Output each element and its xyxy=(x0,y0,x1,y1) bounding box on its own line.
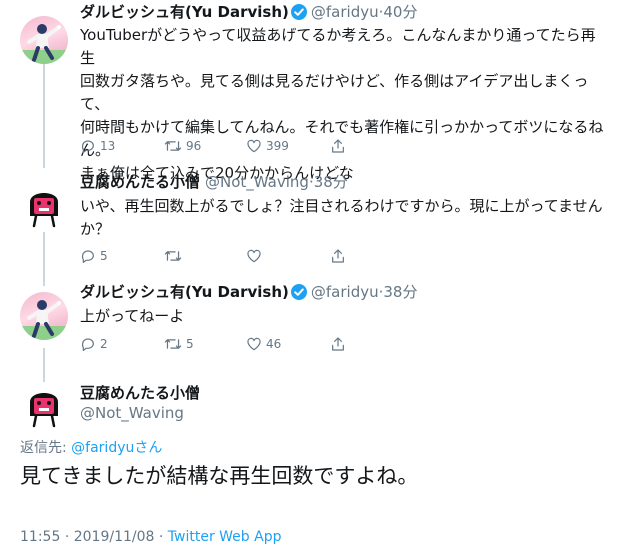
tweet-actions: 2 5 46 xyxy=(80,334,380,354)
handle[interactable]: @faridyu xyxy=(311,283,379,301)
verified-badge-icon xyxy=(290,4,307,20)
share-icon xyxy=(332,249,344,263)
reply-count: 5 xyxy=(100,249,108,263)
avatar[interactable] xyxy=(20,182,68,230)
retweet-icon xyxy=(164,251,182,261)
retweet-button[interactable]: 5 xyxy=(164,334,194,354)
display-name[interactable]: ダルビッシュ有(Yu Darvish) xyxy=(80,3,289,21)
tweet-actions: 13 96 399 xyxy=(80,136,380,156)
reply-icon xyxy=(81,338,94,351)
tweet-header: 豆腐めんたる小僧 @Not_Waving·38分 xyxy=(80,172,348,192)
reply-icon xyxy=(81,140,94,153)
client-link[interactable]: Twitter Web App xyxy=(168,529,282,545)
display-name[interactable]: ダルビッシュ有(Yu Darvish) xyxy=(80,283,289,301)
tweet-text: YouTuberがどうやって収益あげてるか考えろ。こんなんまかり通ってたら再生 … xyxy=(80,24,610,185)
pink-monster-avatar-image xyxy=(30,393,58,428)
retweet-count: 96 xyxy=(186,139,202,153)
reply-to-label: 返信先: xyxy=(20,440,72,456)
display-name[interactable]: 豆腐めんたる小僧 xyxy=(80,383,200,403)
reply-button[interactable]: 13 xyxy=(80,136,115,156)
reply-to-suffix: さん xyxy=(134,440,163,456)
share-icon xyxy=(332,139,344,153)
handle[interactable]: @Not_Waving xyxy=(80,403,184,423)
retweet-count: 5 xyxy=(186,337,194,351)
like-button[interactable]: 46 xyxy=(246,334,281,354)
like-button[interactable] xyxy=(246,246,266,266)
tweet-text-line: 回数ガタ落ちや。見てる側は見るだけやけど、作る側はアイデア出しまくって、 xyxy=(80,72,589,113)
tweet-text-line: か？ xyxy=(80,220,111,238)
reply-to-line: 返信先: @faridyuさん xyxy=(20,438,162,458)
tweet-meta-footer: 11:55 · 2019/11/08 · Twitter Web App xyxy=(20,527,281,547)
focused-tweet-text: 見てきましたが結構な再生回数ですよね。 xyxy=(20,464,419,488)
handle[interactable]: @Not_Waving xyxy=(205,173,309,191)
like-icon xyxy=(247,337,261,351)
retweet-icon xyxy=(164,141,182,151)
like-button[interactable]: 399 xyxy=(246,136,289,156)
baseball-pitcher-avatar-image xyxy=(20,300,68,340)
avatar[interactable] xyxy=(20,382,68,430)
like-icon xyxy=(247,249,261,263)
tweet-text-line: いや、再生回数上がるでしょ？注目されるわけですから。現に上がってません xyxy=(80,197,603,215)
timestamp[interactable]: 40分 xyxy=(383,3,417,21)
handle[interactable]: @faridyu xyxy=(311,3,379,21)
thread-line xyxy=(43,64,45,168)
tweet-header: ダルビッシュ有(Yu Darvish) @faridyu·40分 xyxy=(80,2,417,22)
verified-badge-icon xyxy=(290,284,307,300)
tweet-text: いや、再生回数上がるでしょ？注目されるわけですから。現に上がってません か？ xyxy=(80,195,610,241)
like-count: 399 xyxy=(266,139,289,153)
pink-monster-avatar-image xyxy=(30,193,58,228)
reply-count: 13 xyxy=(100,139,116,153)
timestamp[interactable]: 38分 xyxy=(314,173,348,191)
timestamp[interactable]: 38分 xyxy=(383,283,417,301)
tweet-text-line: 上がってねーよ xyxy=(80,307,185,325)
like-icon xyxy=(247,139,261,153)
tweet-text: 上がってねーよ xyxy=(80,305,610,328)
avatar[interactable] xyxy=(20,292,68,340)
reply-to-handle-link[interactable]: @faridyu xyxy=(71,440,134,456)
display-name[interactable]: 豆腐めんたる小僧 xyxy=(80,173,200,191)
reply-icon xyxy=(81,250,94,263)
thread-line xyxy=(43,348,45,382)
avatar[interactable] xyxy=(20,16,68,64)
tweet-actions: 5 xyxy=(80,246,380,266)
baseball-pitcher-avatar-image xyxy=(20,24,68,64)
tweet-text-line: YouTuberがどうやって収益あげてるか考えろ。こんなんまかり通ってたら再生 xyxy=(80,26,596,67)
reply-button[interactable]: 2 xyxy=(80,334,108,354)
thread-line xyxy=(43,232,45,286)
retweet-icon xyxy=(164,339,182,349)
share-icon xyxy=(332,337,344,351)
separator-dot: · xyxy=(158,529,164,545)
separator-dot: · xyxy=(64,529,70,545)
retweet-button[interactable] xyxy=(164,246,186,266)
tweet-time[interactable]: 11:55 xyxy=(20,529,60,545)
retweet-button[interactable]: 96 xyxy=(164,136,201,156)
like-count: 46 xyxy=(266,337,282,351)
reply-count: 2 xyxy=(100,337,108,351)
tweet-date[interactable]: 2019/11/08 xyxy=(74,529,155,545)
reply-button[interactable]: 5 xyxy=(80,246,108,266)
share-button[interactable] xyxy=(330,136,346,156)
share-button[interactable] xyxy=(330,334,346,354)
tweet-header: ダルビッシュ有(Yu Darvish) @faridyu·38分 xyxy=(80,282,417,302)
share-button[interactable] xyxy=(330,246,346,266)
